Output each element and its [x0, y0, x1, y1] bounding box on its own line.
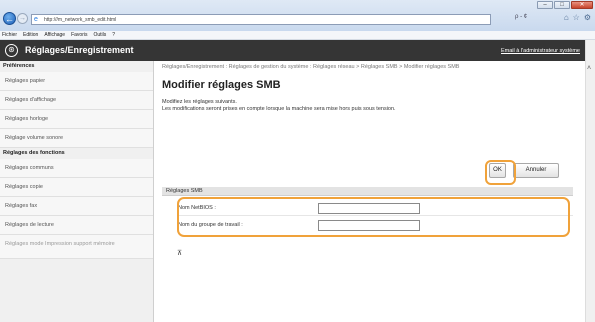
browser-toolbar-icons: ⌂ ☆ ⚙: [564, 13, 591, 22]
sidebar-item-scan[interactable]: Réglages de lecture: [0, 216, 153, 235]
sidebar-item-memory-print[interactable]: Réglages mode Impression support mémoire: [0, 235, 153, 259]
address-bar[interactable]: e http:///m_network_smb_edit.html: [31, 14, 491, 25]
maximize-button[interactable]: □: [554, 1, 570, 9]
forward-button[interactable]: →: [17, 13, 28, 24]
window-controls: – □ ✕: [537, 1, 593, 9]
app-title: Réglages/Enregistrement: [25, 45, 134, 55]
address-tools[interactable]: ρ - ¢: [515, 14, 527, 20]
sidebar-item-common[interactable]: Réglages communs: [0, 159, 153, 178]
sidebar-item-volume[interactable]: Réglage volume sonore: [0, 129, 153, 148]
section-header-smb: Réglages SMB: [162, 187, 573, 196]
sidebar-heading-functions: Réglages des fonctions: [0, 148, 153, 159]
sidebar-item-fax[interactable]: Réglages fax: [0, 197, 153, 216]
sidebar-heading-preferences: Préférences: [0, 61, 153, 72]
minimize-button[interactable]: –: [537, 1, 553, 9]
scroll-up-icon[interactable]: ˄: [587, 65, 591, 72]
description-line-1: Modifiez les réglages suivants.: [162, 99, 237, 105]
sidebar-item-copy[interactable]: Réglages copie: [0, 178, 153, 197]
sidebar-item-paper[interactable]: Réglages papier: [0, 72, 153, 91]
scroll-to-top-icon[interactable]: ⊼: [177, 249, 182, 257]
url-prefix: http://: [44, 17, 57, 23]
url-tail: /m_network_smb_edit.html: [56, 17, 117, 23]
settings-logo-icon: ⊛: [5, 44, 18, 57]
forward-arrow-icon: →: [19, 15, 26, 22]
sidebar-item-clock[interactable]: Réglages horloge: [0, 110, 153, 129]
browser-chrome: – □ ✕ ← → e http:///m_network_smb_edit.h…: [0, 0, 595, 31]
back-button[interactable]: ←: [3, 12, 16, 25]
back-arrow-icon: ←: [5, 14, 14, 24]
cancel-button[interactable]: Annuler: [513, 163, 559, 178]
vertical-scrollbar[interactable]: ˄: [585, 40, 595, 322]
menu-tools[interactable]: Outils: [93, 31, 106, 39]
menu-view[interactable]: Affichage: [44, 31, 65, 39]
ok-button-highlight: [485, 160, 516, 185]
menu-favorites[interactable]: Favoris: [71, 31, 87, 39]
page-description: Modifiez les réglages suivants. Les modi…: [162, 99, 582, 113]
page-title: Modifier réglages SMB: [162, 79, 281, 91]
gear-icon[interactable]: ⚙: [584, 13, 591, 22]
menu-file[interactable]: Fichier: [2, 31, 17, 39]
close-window-button[interactable]: ✕: [571, 1, 593, 9]
description-line-2: Les modifications seront prises en compt…: [162, 106, 396, 112]
home-icon[interactable]: ⌂: [564, 13, 569, 22]
menu-help[interactable]: ?: [112, 31, 115, 39]
fields-highlight: [177, 197, 570, 237]
ie-page-icon: e: [34, 16, 38, 23]
email-admin-link[interactable]: Email à l'administrateur système: [501, 48, 580, 54]
star-icon[interactable]: ☆: [573, 13, 580, 22]
sidebar-item-display[interactable]: Réglages d'affichage: [0, 91, 153, 110]
menu-edit[interactable]: Edition: [23, 31, 38, 39]
breadcrumb: Réglages/Enregistrement : Réglages de ge…: [162, 64, 460, 70]
app-header: ⊛ Réglages/Enregistrement Email à l'admi…: [0, 40, 585, 61]
sidebar: Préférences Réglages papier Réglages d'a…: [0, 61, 154, 322]
main-content: Réglages/Enregistrement : Réglages de ge…: [154, 61, 585, 322]
menu-bar: Fichier Edition Affichage Favoris Outils…: [0, 31, 595, 40]
